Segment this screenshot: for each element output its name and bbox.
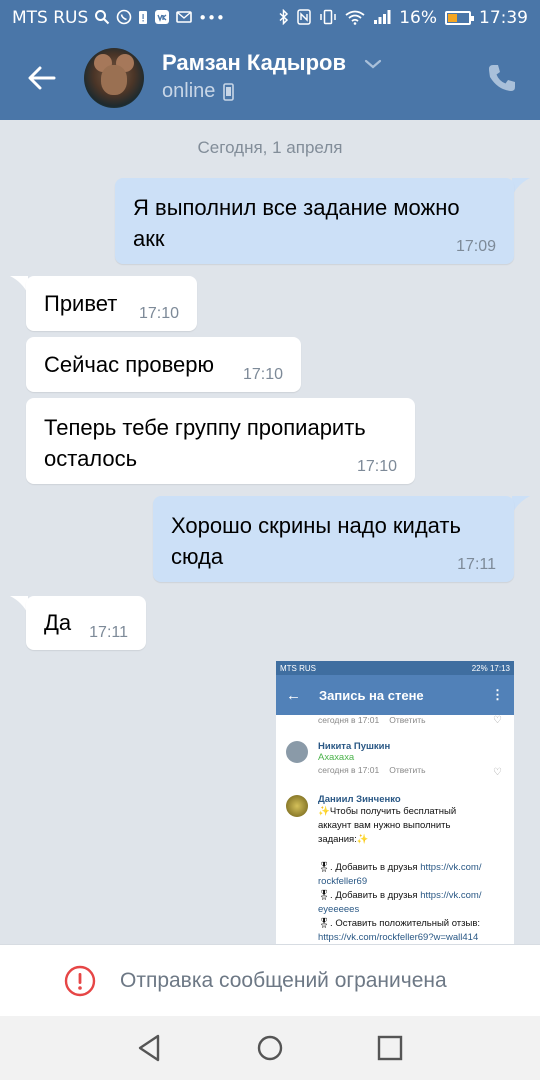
- message-incoming[interactable]: Теперь тебе группу пропиарить осталось 1…: [26, 398, 415, 484]
- message-text: Хорошо скрины надо кидать сюда: [171, 513, 461, 569]
- nfc-icon: [297, 8, 311, 28]
- carrier-label: MTS RUS: [12, 8, 89, 28]
- message-time: 17:09: [455, 238, 496, 255]
- meta-date: сегодня в 17:01: [318, 715, 380, 725]
- nav-back-button[interactable]: [134, 1032, 166, 1064]
- comment-author: Никита Пушкин: [318, 741, 391, 752]
- alert-battery-icon: [138, 9, 148, 28]
- avatar[interactable]: [84, 48, 144, 108]
- battery-icon: [445, 11, 474, 25]
- message-incoming[interactable]: Да 17:11: [26, 596, 146, 650]
- comment-text: Ахахаха: [318, 752, 355, 763]
- attachment-status-right: 22% 17:13: [471, 663, 510, 673]
- meta-reply: Ответить: [389, 715, 426, 725]
- message-time: 17:11: [457, 556, 496, 573]
- photo-attachment[interactable]: MTS RUS 22% 17:13 ← Запись на стене ⋮ се…: [276, 661, 514, 944]
- nav-home-button[interactable]: [254, 1032, 286, 1064]
- comment: Даниил Зинченко ✨Чтобы получить бесплатн…: [318, 794, 508, 944]
- chevron-down-icon[interactable]: [364, 58, 382, 70]
- nav-recents-button[interactable]: [374, 1032, 406, 1064]
- attachment-menu-icon: ⋮: [491, 687, 504, 702]
- message-text: Сейчас проверю: [44, 352, 215, 377]
- battery-percent: 16%: [399, 8, 437, 28]
- message-list[interactable]: Сегодня, 1 апреля Я выполнил все задание…: [0, 120, 540, 944]
- attachment-status-bar: MTS RUS 22% 17:13: [276, 661, 514, 675]
- message-text: Я выполнил все задание можно акк: [133, 195, 460, 251]
- comment-line: 🎖. Добавить в друзья: [318, 890, 421, 901]
- like-icon: ♡: [493, 715, 502, 726]
- chat-header: Рамзан Кадыров online: [0, 36, 540, 120]
- messaging-restricted-bar: Отправка сообщений ограничена: [0, 944, 540, 1016]
- phone-call-button[interactable]: [486, 62, 518, 94]
- back-arrow-icon: [28, 66, 56, 90]
- comment-link: eyeeeees: [318, 904, 360, 915]
- attachment-back-icon: ←: [286, 686, 301, 704]
- message-time: 17:10: [242, 366, 283, 383]
- comment-reply: Ответить: [389, 765, 426, 775]
- comment-link: https://vk.com/: [420, 890, 482, 901]
- message-outgoing[interactable]: Хорошо скрины надо кидать сюда 17:11: [153, 496, 514, 582]
- message-text: Да: [44, 610, 72, 635]
- message-text: Теперь тебе группу пропиарить осталось: [44, 415, 366, 471]
- comment-link: rockfeller69: [318, 876, 368, 887]
- message-time: 17:11: [89, 624, 128, 641]
- warning-icon: [64, 965, 96, 996]
- attachment-title: Запись на стене: [319, 687, 424, 703]
- vk-icon: [154, 9, 170, 28]
- attachment-carrier: MTS RUS: [280, 663, 316, 673]
- contact-status: online: [162, 80, 235, 103]
- back-button[interactable]: [22, 58, 62, 98]
- mobile-device-icon: [223, 82, 235, 101]
- comment-line: ✨Чтобы получить бесплатный: [318, 806, 457, 817]
- bluetooth-icon: [279, 8, 289, 28]
- status-text: online: [162, 80, 216, 102]
- vibrate-icon: [319, 9, 337, 28]
- message-outgoing[interactable]: Я выполнил все задание можно акк 17:09: [115, 178, 514, 264]
- date-divider: Сегодня, 1 апреля: [197, 138, 343, 157]
- attachment-meta: сегодня в 17:01 Ответить: [318, 715, 426, 725]
- comment-line: 🎖. Оставить положительный отзыв:: [318, 918, 481, 929]
- status-bar: MTS RUS ••• 16% 17:39: [0, 0, 540, 36]
- whatsapp-icon: [116, 9, 132, 28]
- comment-date: сегодня в 17:01: [318, 765, 380, 775]
- attachment-header: ← Запись на стене ⋮: [276, 675, 514, 715]
- message-incoming[interactable]: Привет 17:10: [26, 276, 197, 331]
- clock: 17:39: [479, 8, 528, 28]
- contact-name[interactable]: Рамзан Кадыров: [162, 50, 346, 76]
- message-time: 17:10: [356, 458, 397, 475]
- email-icon: [176, 10, 193, 27]
- comment-author: Даниил Зинченко: [318, 794, 401, 805]
- search-icon: [94, 9, 110, 28]
- message-time: 17:10: [138, 305, 179, 322]
- system-nav-bar: [0, 1016, 540, 1080]
- restriction-text: Отправка сообщений ограничена: [120, 968, 447, 992]
- more-notifications-icon: •••: [198, 8, 225, 27]
- like-icon: ♡: [493, 767, 502, 778]
- message-incoming[interactable]: Сейчас проверю 17:10: [26, 337, 301, 392]
- comment-meta: сегодня в 17:01 Ответить: [318, 765, 426, 775]
- comment-link: https://vk.com/: [420, 862, 482, 873]
- message-text: Привет: [44, 291, 118, 316]
- commenter-avatar: [286, 795, 308, 817]
- commenter-avatar: [286, 741, 308, 763]
- wifi-icon: [345, 9, 365, 28]
- signal-icon: [373, 9, 391, 28]
- comment-line: 🎖. Добавить в друзья: [318, 862, 421, 873]
- comment-line: аккаунт вам нужно выполнить: [318, 820, 451, 831]
- comment-line: задания:✨: [318, 834, 369, 845]
- bubble-tail: [512, 178, 530, 196]
- comment: Никита Пушкин Ахахаха сегодня в 17:01 От…: [318, 741, 426, 775]
- comment-link: https://vk.com/rockfeller69?w=wall414: [318, 932, 479, 943]
- bubble-tail: [512, 496, 530, 514]
- battery-fill: [448, 14, 457, 22]
